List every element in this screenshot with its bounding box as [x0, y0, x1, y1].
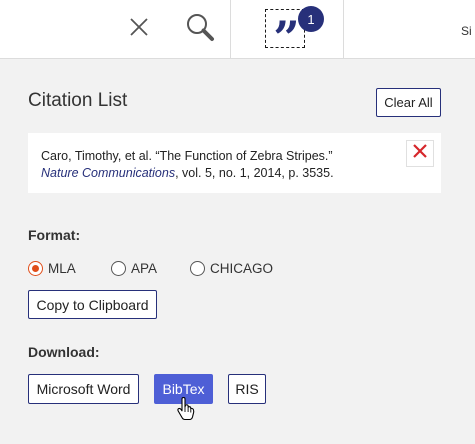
radio-label: APA [131, 260, 158, 276]
close-button[interactable] [118, 0, 160, 59]
close-icon [413, 144, 427, 163]
radio-label: MLA [48, 260, 76, 276]
radio-apa[interactable] [111, 260, 126, 276]
quote-icon: ” [273, 10, 300, 65]
copy-to-clipboard-button[interactable]: Copy to Clipboard [28, 290, 157, 319]
search-button[interactable] [178, 0, 222, 59]
hand-pointer-icon [176, 396, 196, 421]
citation-text-line1: Caro, Timothy, et al. “The Function of Z… [41, 149, 333, 163]
radio-label: CHICAGO [210, 260, 274, 276]
sign-in-link[interactable]: Si [461, 24, 472, 38]
radio-mla[interactable] [28, 260, 43, 276]
download-word-button[interactable]: Microsoft Word [28, 374, 139, 404]
citation-text-line2: Nature Communications, vol. 5, no. 1, 20… [41, 166, 334, 180]
format-label: Format: [28, 227, 81, 243]
download-ris-button[interactable]: RIS [228, 374, 266, 404]
toolbar-divider [343, 0, 344, 59]
download-label: Download: [28, 344, 100, 360]
citation-count-badge: 1 [298, 6, 324, 32]
format-option-chicago[interactable]: CHICAGO [190, 259, 273, 277]
close-icon [129, 17, 149, 42]
citation-item: Caro, Timothy, et al. “The Function of Z… [28, 133, 441, 193]
citation-journal: Nature Communications [41, 166, 176, 180]
panel-title: Citation List [28, 90, 128, 111]
format-option-mla[interactable]: MLA [28, 259, 76, 277]
toolbar-divider [230, 0, 231, 59]
remove-citation-button[interactable] [406, 140, 434, 167]
format-option-apa[interactable]: APA [111, 259, 157, 277]
radio-chicago[interactable] [190, 260, 205, 276]
citation-details: , vol. 5, no. 1, 2014, p. 3535. [175, 166, 334, 180]
search-icon [185, 12, 215, 47]
clear-all-button[interactable]: Clear All [376, 88, 441, 117]
top-bar: ” 1 Si [0, 0, 475, 65]
